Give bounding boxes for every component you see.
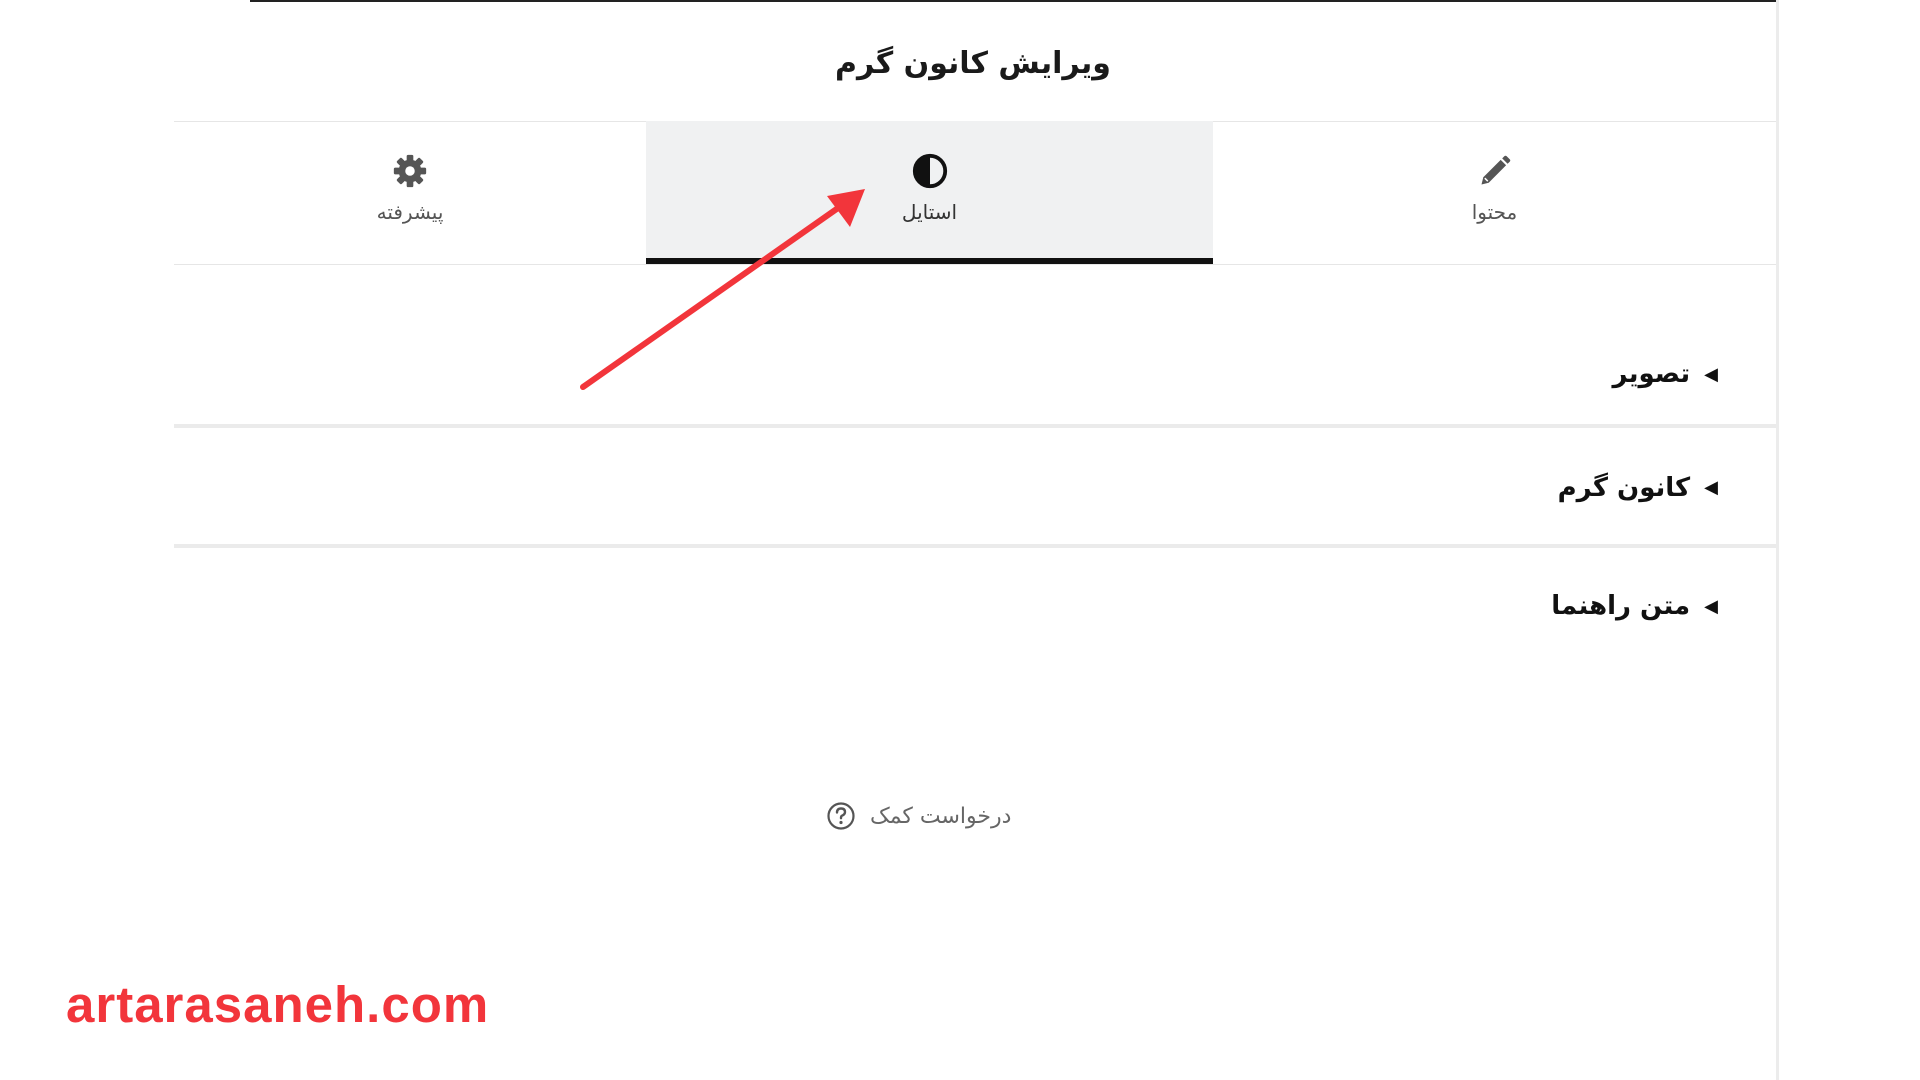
caret-left-icon: ◀ [1704,363,1718,385]
panel-header: ویرایش کانون گرم [174,0,1776,122]
section-divider [174,424,1776,428]
help-link[interactable]: درخواست کمک [826,799,1011,833]
help-label: درخواست کمک [870,803,1012,829]
section-hotspot-title: کانون گرم [1557,472,1691,503]
section-tooltip-text-title: متن راهنما [1551,591,1691,621]
panel-title: ویرایش کانون گرم [835,46,1111,81]
section-tooltip-text[interactable]: ◀ متن راهنما [174,551,1776,661]
tab-content-label: محتوا [1471,200,1518,224]
half-circle-contrast-icon [911,152,949,190]
watermark: artarasaneh.com [66,976,490,1033]
section-image[interactable]: ◀ تصویر [174,324,1776,424]
tab-advanced[interactable]: پیشرفته [174,121,646,264]
gear-icon [391,152,429,190]
tab-style[interactable]: استایل [646,121,1213,264]
tab-content[interactable]: محتوا [1213,121,1776,264]
tab-bar: محتوا استایل پیشرفته [174,121,1776,265]
section-hotspot[interactable]: ◀ کانون گرم [174,430,1776,545]
panel-edge [1776,0,1779,1080]
caret-left-icon: ◀ [1704,595,1718,617]
tab-advanced-label: پیشرفته [376,200,444,224]
pencil-icon [1476,152,1514,190]
caret-left-icon: ◀ [1704,477,1718,498]
tab-style-label: استایل [901,200,958,224]
editor-screen: ویرایش کانون گرم محتوا استایل پیشرفته ◀ … [0,0,1920,1080]
question-circle-icon [826,801,856,831]
section-image-title: تصویر [1612,359,1691,389]
section-divider [174,544,1776,548]
